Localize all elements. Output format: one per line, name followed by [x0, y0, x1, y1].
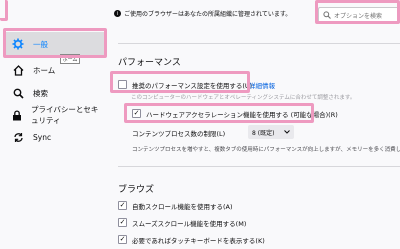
smooth-scroll-checkbox[interactable]: ✓ — [118, 218, 127, 227]
checkmark-icon: ✓ — [119, 218, 126, 226]
sidebar-item-sync[interactable]: Sync — [4, 126, 104, 148]
process-limit-select[interactable]: 8 (既定) — [248, 125, 294, 139]
home-icon — [12, 64, 24, 76]
sync-icon — [12, 131, 24, 143]
search-placeholder: オプションを検索 — [334, 12, 383, 20]
sidebar-item-label: Sync — [33, 132, 52, 142]
home-tooltip: ホーム — [60, 54, 80, 64]
recommended-performance-description: このコンピューターのハードウェアとオペレーティングシステムに合わせて調整されます… — [131, 95, 356, 101]
checkmark-icon: ✓ — [119, 235, 126, 243]
smooth-scroll-label: スムーズスクロール機能を使用する(M) — [132, 220, 247, 228]
recommended-performance-checkbox[interactable] — [118, 80, 127, 89]
performance-title: パフォーマンス — [118, 58, 181, 68]
hardware-acceleration-checkbox[interactable]: ✓ — [132, 109, 141, 118]
recommended-performance-label: 推奨のパフォーマンス設定を使用する(U) — [132, 82, 253, 90]
lock-icon — [12, 109, 22, 121]
browsing-title: ブラウズ — [118, 185, 155, 195]
gear-icon — [12, 38, 24, 50]
process-limit-label: コンテンツプロセス数の制限(L) — [132, 130, 226, 138]
checkmark-icon: ✓ — [119, 201, 126, 209]
learn-more-link[interactable]: 詳細情報 — [249, 80, 275, 90]
chevron-down-icon — [284, 129, 290, 136]
autoscroll-label: 自動スクロール機能を使用する(A) — [132, 203, 233, 211]
checkmark-icon: ✓ — [133, 109, 140, 117]
sidebar-item-home[interactable]: ホーム — [4, 59, 104, 81]
sidebar: 一般 ホーム 検索 プライバシーとセキュリティ Sync ホーム — [0, 0, 106, 249]
search-icon — [323, 11, 331, 19]
info-icon: i — [114, 10, 121, 17]
sidebar-item-search[interactable]: 検索 — [4, 82, 104, 104]
managed-notice: i ご使用のブラウザーはあなたの所属組織に管理されています。 — [114, 9, 291, 18]
process-limit-value: 8 (既定) — [252, 129, 275, 137]
sidebar-item-label: 一般 — [33, 39, 48, 49]
touch-keyboard-checkbox[interactable]: ✓ — [118, 235, 127, 244]
divider — [118, 166, 400, 167]
managed-notice-text: ご使用のブラウザーはあなたの所属組織に管理されています。 — [124, 11, 292, 18]
sidebar-item-label: 検索 — [33, 88, 48, 98]
divider — [118, 43, 400, 44]
search-icon — [12, 87, 24, 99]
autoscroll-checkbox[interactable]: ✓ — [118, 201, 127, 210]
hardware-acceleration-label: ハードウェアアクセラレーション機能を使用する (可能な場合)(R) — [146, 111, 338, 119]
process-limit-description: コンテンツプロセスを増やすと、複数タブの使用時にパフォーマンスが向上しますが、メ… — [132, 147, 400, 153]
search-input[interactable]: オプションを検索 — [318, 7, 400, 23]
sidebar-item-label: プライバシーとセキュリティ — [31, 105, 99, 125]
touch-keyboard-label: 必要であればタッチキーボードを表示する(K) — [132, 237, 265, 245]
sidebar-item-general[interactable]: 一般 — [4, 32, 104, 56]
sidebar-item-label: ホーム — [33, 65, 56, 75]
sidebar-item-privacy[interactable]: プライバシーとセキュリティ — [4, 104, 104, 126]
preferences-content: i ご使用のブラウザーはあなたの所属組織に管理されています。 オプションを検索 … — [106, 0, 400, 249]
